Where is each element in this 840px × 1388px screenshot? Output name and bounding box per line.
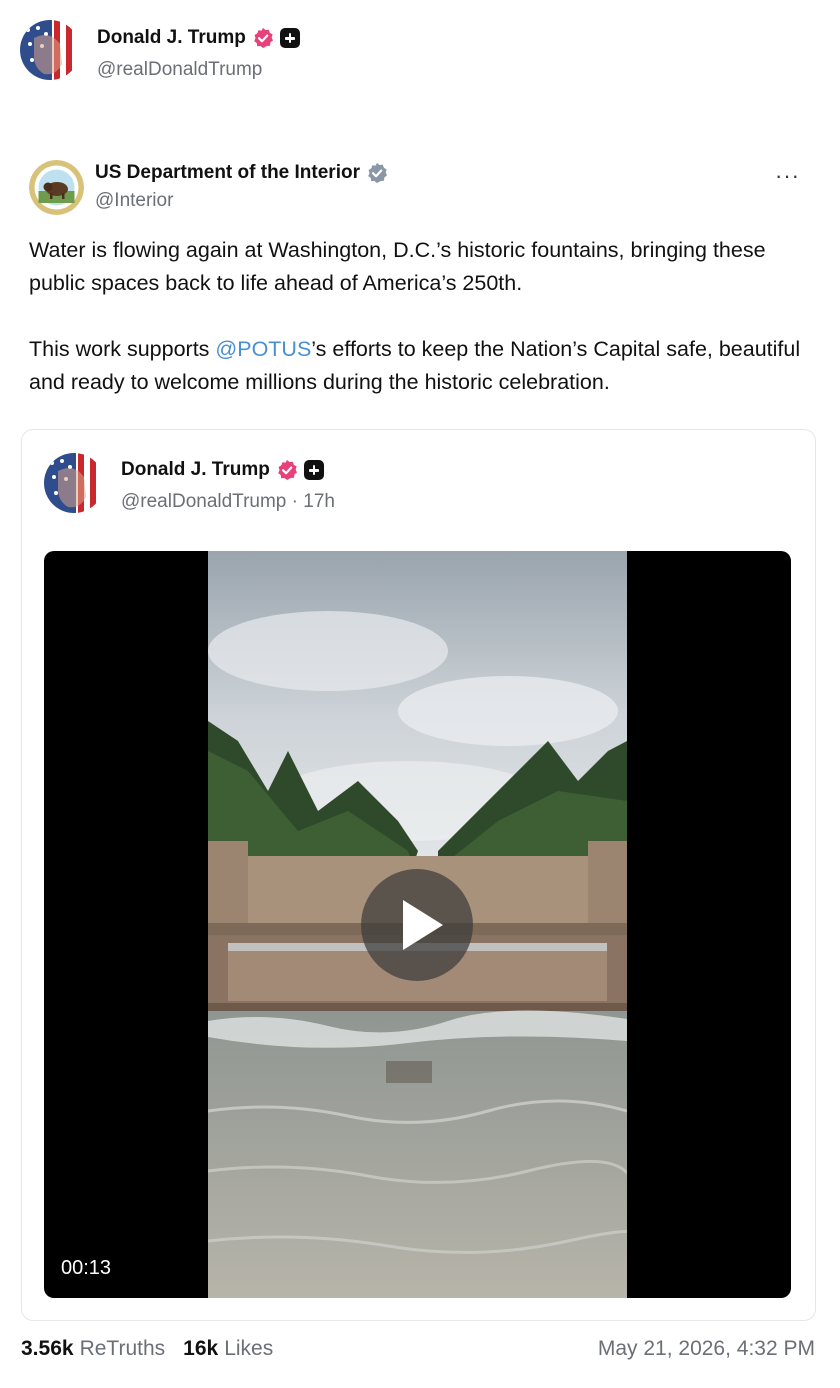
retruths-label: ReTruths <box>79 1337 166 1360</box>
post-text-segment: This work supports <box>29 337 216 361</box>
quoted-handle-row: @realDonaldTrump · 17h <box>121 491 335 513</box>
video-player[interactable]: 00:13 <box>44 551 791 1298</box>
likes-label: Likes <box>224 1337 274 1360</box>
likes-stat[interactable]: 16k Likes <box>183 1337 273 1361</box>
interior-seal-icon <box>29 160 84 215</box>
author-name[interactable]: US Department of the Interior <box>95 162 360 184</box>
play-button[interactable] <box>361 869 473 981</box>
quoted-name-row[interactable]: Donald J. Trump <box>121 459 324 481</box>
flag-portrait-icon <box>44 453 104 513</box>
retruths-stat[interactable]: 3.56k ReTruths <box>21 1337 165 1361</box>
reposter-avatar[interactable] <box>20 20 80 80</box>
plus-badge-icon <box>279 28 300 48</box>
reposter-name-row[interactable]: Donald J. Trump <box>97 27 300 49</box>
verified-badge-icon <box>276 459 298 481</box>
interior-avatar[interactable] <box>29 160 84 215</box>
reposter-handle[interactable]: @realDonaldTrump <box>97 59 262 81</box>
separator-dot: · <box>291 491 298 512</box>
author-handle[interactable]: @Interior <box>95 190 173 212</box>
retruths-count: 3.56k <box>21 1337 74 1360</box>
quoted-time[interactable]: 17h <box>303 491 335 512</box>
quoted-handle[interactable]: @realDonaldTrump <box>121 491 286 512</box>
post-paragraph-1: Water is flowing again at Washington, D.… <box>29 238 766 295</box>
quoted-avatar[interactable] <box>44 453 104 513</box>
potus-mention-link[interactable]: @POTUS <box>215 337 311 361</box>
likes-count: 16k <box>183 1337 219 1360</box>
reposter-name[interactable]: Donald J. Trump <box>97 27 246 49</box>
plus-badge-icon <box>303 460 324 480</box>
video-duration: 00:13 <box>61 1257 112 1279</box>
post-timestamp[interactable]: May 21, 2026, 4:32 PM <box>598 1337 815 1361</box>
post-body: Water is flowing again at Washington, D.… <box>29 234 819 399</box>
verified-badge-icon <box>252 27 274 49</box>
post-paragraph-2: This work supports @POTUS’s efforts to k… <box>29 333 819 399</box>
verified-badge-icon <box>366 162 388 184</box>
post-stats: 3.56k ReTruths 16k Likes <box>21 1337 273 1361</box>
flag-portrait-icon <box>20 20 80 80</box>
quoted-name[interactable]: Donald J. Trump <box>121 459 270 481</box>
more-options-icon[interactable]: ··· <box>775 163 800 189</box>
author-name-row[interactable]: US Department of the Interior <box>95 162 388 184</box>
